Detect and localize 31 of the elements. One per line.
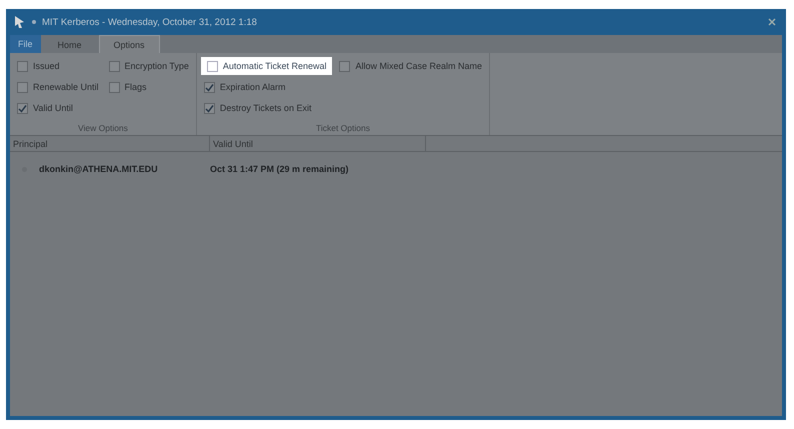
checkbox-option[interactable]: Automatic Ticket Renewal: [200, 57, 332, 75]
window-title: MIT Kerberos - Wednesday, October 31, 2012 1:18: [42, 16, 257, 28]
checkbox[interactable]: [204, 102, 215, 114]
checkbox[interactable]: [108, 82, 120, 92]
checkbox[interactable]: [339, 60, 350, 72]
app-icon: [14, 15, 26, 29]
checkbox-option[interactable]: Renewable Until: [14, 78, 102, 96]
checkbox-option[interactable]: Encryption Type: [106, 57, 192, 75]
checkbox[interactable]: [17, 82, 28, 92]
group-label: View Options: [76, 123, 129, 133]
table-cell-text: dkonkin@ATHENA.MIT.EDU: [39, 164, 159, 174]
checkbox[interactable]: [206, 60, 218, 72]
checkbox-option[interactable]: Destroy Tickets on Exit: [200, 99, 332, 117]
close-icon: [768, 18, 776, 26]
ribbon-tab[interactable]: Options: [98, 35, 160, 53]
file-tab[interactable]: File: [10, 35, 41, 53]
checkbox-option[interactable]: Issued: [14, 57, 102, 75]
group-label: Ticket Options: [314, 123, 371, 133]
checkbox[interactable]: [17, 102, 28, 114]
checkbox[interactable]: [204, 82, 215, 92]
checkbox[interactable]: [17, 60, 28, 72]
checkbox-option[interactable]: Valid Until: [14, 99, 102, 117]
bullet-icon: [32, 20, 36, 24]
column-header[interactable]: Valid Until: [210, 136, 426, 151]
checkbox[interactable]: [108, 60, 120, 72]
column-header[interactable]: Principal: [10, 136, 210, 151]
table-cell-text: Oct 31 1:47 PM (29 m remaining): [210, 164, 350, 174]
checkbox-option[interactable]: Flags: [106, 78, 192, 96]
checkbox-option[interactable]: Allow Mixed Case Realm Name: [336, 57, 486, 75]
checkbox-option[interactable]: Expiration Alarm: [200, 78, 332, 96]
ribbon-tab[interactable]: Home: [42, 35, 97, 53]
